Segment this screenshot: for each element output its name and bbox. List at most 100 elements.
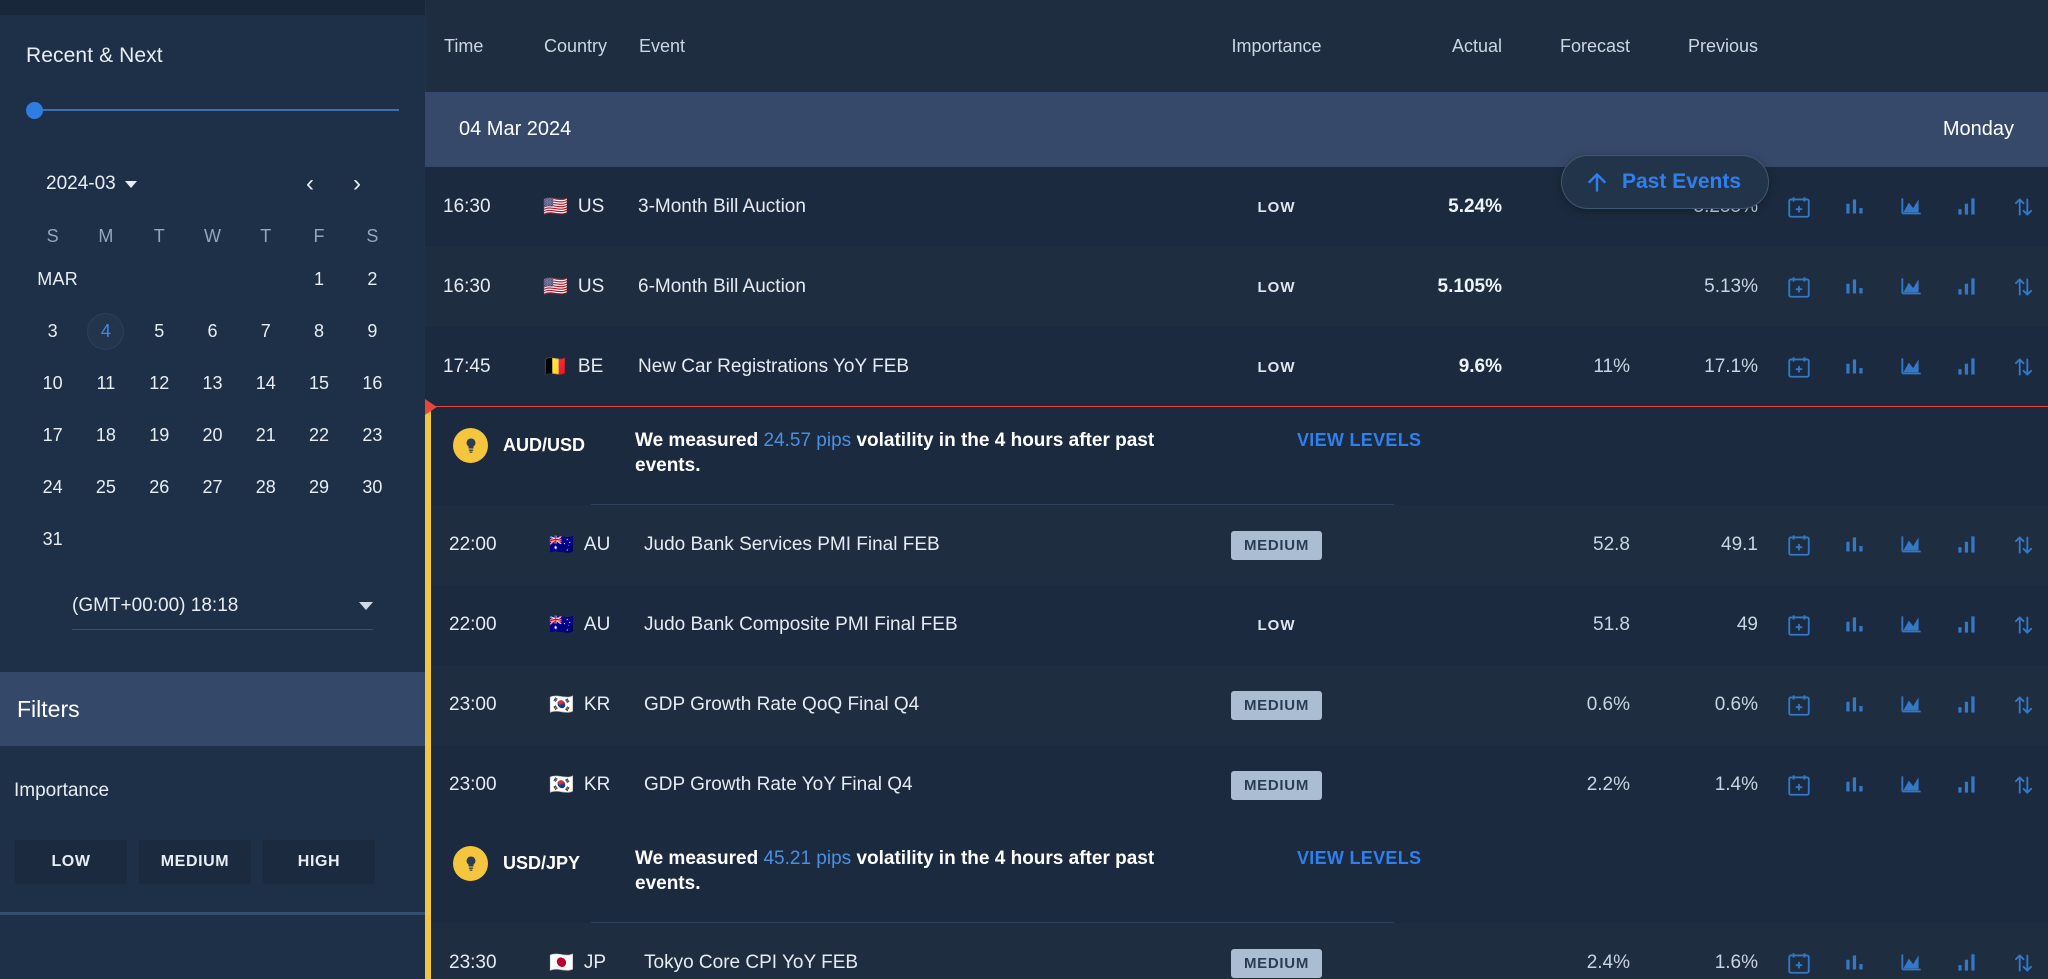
calendar-day[interactable]: 6 (186, 305, 239, 357)
filter-importance-medium[interactable]: MEDIUM (139, 840, 251, 884)
bar-chart-icon[interactable] (1842, 950, 1868, 976)
calendar-day[interactable] (79, 253, 132, 305)
calendar-day[interactable]: 20 (186, 409, 239, 461)
area-chart-icon[interactable] (1898, 274, 1924, 300)
calendar-plus-icon[interactable] (1786, 772, 1812, 798)
event-name[interactable]: GDP Growth Rate YoY Final Q4 (644, 774, 1179, 796)
area-chart-icon[interactable] (1898, 612, 1924, 638)
calendar-day[interactable]: 18 (79, 409, 132, 461)
event-name[interactable]: Tokyo Core CPI YoY FEB (644, 952, 1179, 974)
calendar-day[interactable]: 21 (239, 409, 292, 461)
event-row[interactable]: 16:30🇺🇸US3-Month Bill AuctionLOW5.24%5.2… (425, 167, 2048, 247)
sort-arrows-icon[interactable] (2010, 354, 2036, 380)
calendar-day[interactable]: 19 (133, 409, 186, 461)
event-row[interactable]: 16:30 🇺🇸 US 6-Month Bill Auction LOW 5.105% 5.… (425, 247, 2048, 327)
bar-chart-icon[interactable] (1842, 194, 1868, 220)
bar-chart-icon[interactable] (1842, 692, 1868, 718)
calendar-day[interactable]: 10 (26, 357, 79, 409)
sort-arrows-icon[interactable] (2010, 612, 2036, 638)
event-row[interactable]: 23:00 🇰🇷 KR GDP Growth Rate QoQ Final Q4 MED… (425, 665, 2048, 745)
calendar-day[interactable]: 17 (26, 409, 79, 461)
event-row[interactable]: 23:00 🇰🇷 KR GDP Growth Rate YoY Final Q4 MED… (425, 745, 2048, 825)
event-name[interactable]: GDP Growth Rate QoQ Final Q4 (644, 694, 1179, 716)
bar-chart-icon[interactable] (1842, 772, 1868, 798)
timezone-row[interactable]: (GMT+00:00) 18:18 (72, 595, 373, 630)
calendar-day[interactable]: 27 (186, 461, 239, 513)
calendar-day[interactable]: 14 (239, 357, 292, 409)
prev-month-icon[interactable]: ‹ (306, 172, 314, 196)
area-chart-icon[interactable] (1898, 950, 1924, 976)
calendar-plus-icon[interactable] (1786, 692, 1812, 718)
calendar-day[interactable]: 23 (346, 409, 399, 461)
calendar-plus-icon[interactable] (1786, 612, 1812, 638)
histogram-icon[interactable] (1954, 772, 1980, 798)
calendar-day[interactable]: 25 (79, 461, 132, 513)
calendar-plus-icon[interactable] (1786, 274, 1812, 300)
calendar-day[interactable]: 5 (133, 305, 186, 357)
sort-arrows-icon[interactable] (2010, 950, 2036, 976)
bar-chart-icon[interactable] (1842, 354, 1868, 380)
column-header-previous[interactable]: Previous (1630, 36, 1758, 57)
sort-arrows-icon[interactable] (2010, 274, 2036, 300)
event-name[interactable]: 3-Month Bill Auction (638, 196, 1179, 218)
bar-chart-icon[interactable] (1842, 532, 1868, 558)
area-chart-icon[interactable] (1898, 772, 1924, 798)
calendar-day[interactable]: 22 (292, 409, 345, 461)
area-chart-icon[interactable] (1898, 692, 1924, 718)
event-row[interactable]: 22:00 🇦🇺 AU Judo Bank Composite PMI Final F… (425, 585, 2048, 665)
column-header-forecast[interactable]: Forecast (1502, 36, 1630, 57)
month-selector[interactable]: 2024-03 (46, 173, 137, 195)
sort-arrows-icon[interactable] (2010, 194, 2036, 220)
calendar-day[interactable] (133, 253, 186, 305)
sort-arrows-icon[interactable] (2010, 692, 2036, 718)
calendar-day[interactable]: 24 (26, 461, 79, 513)
column-header-time[interactable]: Time (444, 36, 544, 57)
view-levels-link[interactable]: VIEW LEVELS (1297, 846, 1421, 869)
area-chart-icon[interactable] (1898, 532, 1924, 558)
calendar-day[interactable]: 28 (239, 461, 292, 513)
calendar-day[interactable]: 1 (292, 253, 345, 305)
calendar-day[interactable]: 30 (346, 461, 399, 513)
histogram-icon[interactable] (1954, 532, 1980, 558)
histogram-icon[interactable] (1954, 612, 1980, 638)
filter-importance-low[interactable]: LOW (15, 840, 127, 884)
event-name[interactable]: Judo Bank Services PMI Final FEB (644, 534, 1179, 556)
calendar-day[interactable]: 9 (346, 305, 399, 357)
calendar-day[interactable]: 31 (26, 513, 79, 565)
column-header-event[interactable]: Event (639, 36, 1179, 57)
calendar-plus-icon[interactable] (1786, 532, 1812, 558)
histogram-icon[interactable] (1954, 950, 1980, 976)
histogram-icon[interactable] (1954, 274, 1980, 300)
past-events-button[interactable]: Past Events (1561, 155, 1770, 209)
calendar-day[interactable]: 15 (292, 357, 345, 409)
calendar-plus-icon[interactable] (1786, 950, 1812, 976)
bar-chart-icon[interactable] (1842, 612, 1868, 638)
area-chart-icon[interactable] (1898, 194, 1924, 220)
next-month-icon[interactable]: › (353, 172, 361, 196)
histogram-icon[interactable] (1954, 692, 1980, 718)
calendar-day[interactable] (186, 253, 239, 305)
slider-track[interactable] (34, 109, 399, 111)
view-levels-link[interactable]: VIEW LEVELS (1297, 428, 1421, 451)
calendar-day[interactable]: 29 (292, 461, 345, 513)
filter-importance-high[interactable]: HIGH (263, 840, 375, 884)
column-header-country[interactable]: Country (544, 36, 639, 57)
histogram-icon[interactable] (1954, 354, 1980, 380)
calendar-day[interactable]: 8 (292, 305, 345, 357)
histogram-icon[interactable] (1954, 194, 1980, 220)
calendar-day[interactable]: 3 (26, 305, 79, 357)
calendar-day[interactable]: 7 (239, 305, 292, 357)
sort-arrows-icon[interactable] (2010, 532, 2036, 558)
calendar-day-selected[interactable]: 4 (79, 305, 132, 357)
slider-thumb[interactable] (26, 102, 43, 119)
calendar-day[interactable]: 2 (346, 253, 399, 305)
calendar-day[interactable]: 12 (133, 357, 186, 409)
event-name[interactable]: Judo Bank Composite PMI Final FEB (644, 614, 1179, 636)
area-chart-icon[interactable] (1898, 354, 1924, 380)
calendar-day[interactable]: 16 (346, 357, 399, 409)
calendar-day[interactable]: 11 (79, 357, 132, 409)
event-row[interactable]: 22:00 🇦🇺 AU Judo Bank Services PMI Final FE… (425, 505, 2048, 585)
calendar-day[interactable] (239, 253, 292, 305)
column-header-importance[interactable]: Importance (1179, 36, 1374, 57)
calendar-day[interactable]: 26 (133, 461, 186, 513)
